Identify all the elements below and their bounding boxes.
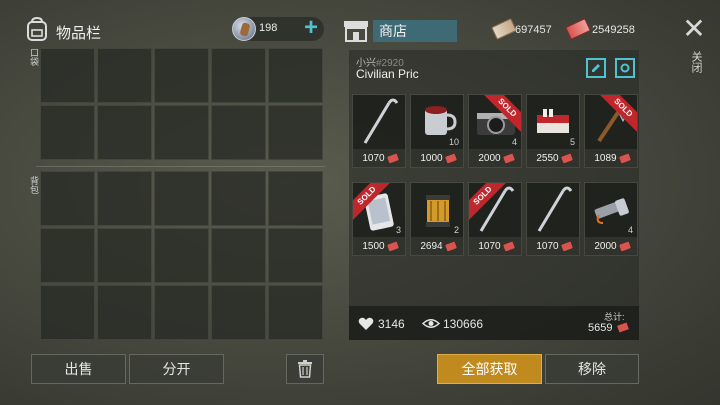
- settings-button[interactable]: [615, 58, 635, 78]
- ticket-icon: [386, 153, 399, 163]
- inventory-slot[interactable]: [268, 228, 323, 283]
- inventory-slot[interactable]: [154, 285, 209, 340]
- red-ticket-icon: [565, 18, 591, 40]
- ticket-icon: [560, 241, 573, 251]
- gear-icon: [620, 63, 630, 73]
- inventory-slot[interactable]: [211, 48, 266, 103]
- item-price: 2000: [478, 152, 501, 164]
- inventory-slot[interactable]: [268, 285, 323, 340]
- edit-button[interactable]: [586, 58, 606, 78]
- inventory-slot[interactable]: [40, 285, 95, 340]
- inventory-slot[interactable]: [40, 228, 95, 283]
- sell-button[interactable]: 出售: [31, 354, 126, 384]
- inventory-slot[interactable]: [97, 228, 152, 283]
- ticket-balance: 697457: [515, 24, 552, 36]
- shop-item[interactable]: 1070: [526, 182, 580, 256]
- item-count: 3: [395, 225, 401, 235]
- ticket-icon: [560, 153, 573, 163]
- trash-icon: [298, 360, 312, 378]
- inventory-slot[interactable]: [97, 48, 152, 103]
- coin-icon: [232, 17, 256, 41]
- shop-item[interactable]: SOLD 1070: [468, 182, 522, 256]
- close-label: 关闭: [690, 51, 702, 73]
- shop-item[interactable]: 5 2550: [526, 94, 580, 168]
- shop-item[interactable]: SOLD 3 1500: [352, 182, 406, 256]
- item-price: 1070: [536, 240, 559, 252]
- trash-button[interactable]: [286, 354, 324, 384]
- item-price: 2000: [594, 240, 617, 252]
- shop-item[interactable]: 2 2694: [410, 182, 464, 256]
- shop-item[interactable]: SOLD 4 2000: [468, 94, 522, 168]
- ticket-icon: [444, 241, 457, 251]
- inventory-slot[interactable]: [97, 171, 152, 226]
- shop-item[interactable]: SOLD 1089: [584, 94, 638, 168]
- shop-item-grid: 1070 10 1000 SOLD 4 2000 5 2550 SOLD 108…: [352, 94, 638, 256]
- item-price: 2550: [536, 152, 559, 164]
- ticket-icon: [618, 241, 631, 251]
- inventory-slot[interactable]: [154, 48, 209, 103]
- views-count: 130666: [443, 317, 484, 331]
- shop-item[interactable]: 1070: [352, 94, 406, 168]
- close-button[interactable]: ✕: [682, 15, 706, 43]
- pocket-label: 口袋: [29, 48, 39, 66]
- shop-icon: [344, 21, 368, 42]
- ticket-icon: [386, 241, 399, 251]
- crowbar-icon: [363, 98, 399, 144]
- inventory-slot[interactable]: [211, 171, 266, 226]
- inventory-slot[interactable]: [40, 48, 95, 103]
- pocket-grid: [40, 48, 323, 160]
- shop-item[interactable]: 4 2000: [584, 182, 638, 256]
- item-price: 1070: [478, 240, 501, 252]
- coin-value: 198: [259, 22, 278, 34]
- item-price: 1000: [420, 152, 443, 164]
- split-button[interactable]: 分开: [129, 354, 224, 384]
- ticket-icon: [618, 153, 631, 163]
- inventory-slot[interactable]: [268, 48, 323, 103]
- item-count: 10: [448, 137, 459, 147]
- ticket-icon: [491, 18, 517, 40]
- item-count: 4: [627, 225, 633, 235]
- red-ticket-balance: 2549258: [592, 24, 635, 36]
- item-price: 1089: [594, 152, 617, 164]
- heart-icon[interactable]: [358, 317, 374, 331]
- inventory-title: 物品栏: [56, 25, 102, 42]
- section-divider: [36, 166, 325, 167]
- inventory-slot[interactable]: [40, 171, 95, 226]
- inventory-slot[interactable]: [154, 105, 209, 160]
- item-count: 2: [453, 225, 459, 235]
- backpack-grid: [40, 171, 323, 340]
- crowbar-icon: [537, 186, 573, 232]
- total-value: 5659: [588, 322, 613, 334]
- inventory-slot[interactable]: [154, 171, 209, 226]
- likes-count: 3146: [378, 317, 405, 331]
- shop-item[interactable]: 10 1000: [410, 94, 464, 168]
- shop-name: Civilian Pric: [356, 67, 419, 81]
- get-all-button[interactable]: 全部获取: [437, 354, 542, 384]
- inventory-slot[interactable]: [268, 105, 323, 160]
- item-count: 4: [511, 137, 517, 147]
- inventory-slot[interactable]: [97, 105, 152, 160]
- ticket-icon: [502, 241, 515, 251]
- item-price: 1500: [362, 240, 385, 252]
- inventory-slot[interactable]: [40, 105, 95, 160]
- shop-title: 商店: [373, 20, 457, 42]
- inventory-slot[interactable]: [211, 285, 266, 340]
- add-coins-button[interactable]: +: [300, 16, 322, 41]
- inventory-slot[interactable]: [154, 228, 209, 283]
- pencil-icon: [592, 64, 600, 72]
- item-price: 1070: [362, 152, 385, 164]
- ticket-icon: [444, 153, 457, 163]
- inventory-slot[interactable]: [211, 228, 266, 283]
- backpack-label: 背包: [29, 176, 39, 194]
- remove-button[interactable]: 移除: [545, 354, 639, 384]
- inventory-slot[interactable]: [97, 285, 152, 340]
- ticket-icon: [502, 153, 515, 163]
- item-count: 5: [569, 137, 575, 147]
- item-price: 2694: [420, 240, 443, 252]
- backpack-icon: [27, 16, 47, 41]
- inventory-slot[interactable]: [211, 105, 266, 160]
- inventory-slot[interactable]: [268, 171, 323, 226]
- eye-icon: [422, 319, 440, 328]
